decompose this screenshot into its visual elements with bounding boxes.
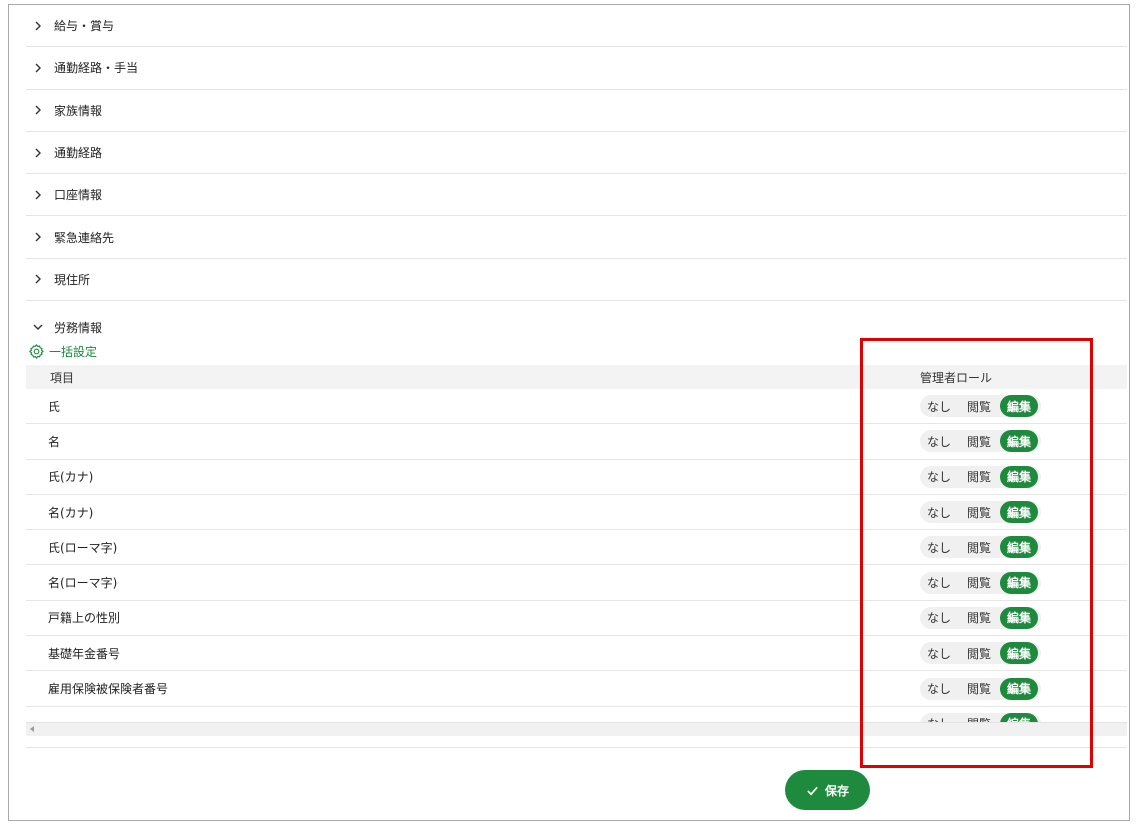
table-row: 基礎年金番号 なし 閲覧 編集 [26,636,1127,672]
row-item-label: 名(カナ) [48,505,94,520]
section-salary-bonus[interactable]: 給与・賞与 [26,5,1127,48]
section-label: 現住所 [54,272,91,287]
header-item: 項目 [50,370,75,385]
table-row: 氏 なし 閲覧 編集 [26,389,1127,425]
row-item-label: 氏(カナ) [48,470,94,485]
table-header: 項目 管理者ロール [26,365,1127,389]
role-option-view[interactable]: 閲覧 [958,501,1000,523]
role-option-view[interactable]: 閲覧 [958,607,1000,629]
role-toggle: なし 閲覧 編集 [920,430,1041,453]
save-button-label: 保存 [824,783,849,798]
chevron-right-icon [32,273,44,285]
table-row: 氏(ローマ字) なし 閲覧 編集 [26,530,1127,566]
role-option-none[interactable]: なし [920,501,958,523]
role-option-none[interactable]: なし [920,713,958,722]
role-option-view[interactable]: 閲覧 [958,678,1000,700]
role-toggle: なし 閲覧 編集 [920,465,1041,488]
horizontal-scrollbar[interactable] [26,722,1127,736]
row-item-label: 氏 [48,399,61,414]
gear-icon [29,343,44,359]
role-option-edit[interactable]: 編集 [1000,430,1038,453]
role-toggle: なし 閲覧 編集 [920,606,1041,629]
row-item-label: 雇用保険被保険者番号 [48,682,169,697]
table-row: 氏(カナ) なし 閲覧 編集 [26,460,1127,495]
section-emergency-contact[interactable]: 緊急連絡先 [26,216,1127,259]
table-row: 戸籍上の性別 なし 閲覧 編集 [26,601,1127,637]
role-option-edit[interactable]: 編集 [1000,677,1038,700]
section-current-address[interactable]: 現住所 [26,259,1127,302]
role-option-view[interactable]: 閲覧 [958,466,1000,488]
role-option-none[interactable]: なし [920,607,958,629]
table-row: 雇用保険被保険者番号 なし 閲覧 編集 [26,671,1127,707]
row-item-label: 氏(ローマ字) [48,540,118,555]
role-option-none[interactable]: なし [920,430,958,452]
role-option-view[interactable]: 閲覧 [958,572,1000,594]
role-option-view[interactable]: 閲覧 [958,430,1000,452]
bulk-setting-label: 一括設定 [49,344,98,359]
section-family[interactable]: 家族情報 [26,90,1127,132]
role-option-edit[interactable]: 編集 [1000,536,1038,559]
scroll-left-icon[interactable] [30,726,34,732]
section-label: 口座情報 [54,188,103,203]
section-label: 緊急連絡先 [54,230,115,245]
chevron-right-icon [32,189,44,201]
chevron-right-icon [32,147,44,159]
role-option-none[interactable]: なし [920,466,958,488]
row-item-label: 戸籍上の性別 [48,611,121,626]
check-icon [807,786,818,795]
row-item-label: 基礎年金番号 [48,646,121,661]
role-option-edit[interactable]: 編集 [1000,501,1038,524]
permission-table: 項目 管理者ロール 氏 なし 閲覧 編集 名 なし 閲覧 編集 氏(カナ) なし… [26,365,1127,722]
role-toggle: なし 閲覧 編集 [920,571,1041,594]
section-label: 労務情報 [54,320,103,335]
role-option-edit[interactable]: 編集 [1000,465,1038,488]
role-option-none[interactable]: なし [920,395,958,417]
table-row: なし 閲覧 編集 [26,707,1127,722]
bulk-setting-link[interactable]: 一括設定 [28,341,97,361]
save-button[interactable]: 保存 [785,770,870,810]
chevron-down-icon [32,321,44,333]
row-item-label: 名(ローマ字) [48,576,118,591]
role-toggle: なし 閲覧 編集 [920,395,1041,418]
section-labor-info[interactable]: 労務情報 [26,317,102,337]
section-label: 給与・賞与 [54,19,115,34]
role-option-edit[interactable]: 編集 [1000,606,1038,629]
role-option-none[interactable]: なし [920,572,958,594]
role-option-none[interactable]: なし [920,642,958,664]
header-admin-role: 管理者ロール [920,370,993,385]
section-commute-allowance[interactable]: 通勤経路・手当 [26,47,1127,90]
section-label: 通勤経路 [54,146,103,161]
role-toggle: なし 閲覧 編集 [920,642,1041,665]
role-option-edit[interactable]: 編集 [1000,395,1038,418]
role-option-edit[interactable]: 編集 [1000,712,1038,722]
role-option-none[interactable]: なし [920,536,958,558]
role-option-edit[interactable]: 編集 [1000,642,1038,665]
role-option-view[interactable]: 閲覧 [958,642,1000,664]
role-toggle: なし 閲覧 編集 [920,501,1041,524]
role-option-view[interactable]: 閲覧 [958,395,1000,417]
section-list: 給与・賞与 通勤経路・手当 家族情報 通勤経路 口座情報 緊急連絡先 現住所 [26,5,1127,302]
chevron-right-icon [32,20,44,32]
section-label: 通勤経路・手当 [54,61,139,76]
row-item-label: 名 [48,434,61,449]
role-toggle: なし 閲覧 編集 [920,677,1041,700]
table-row: 名 なし 閲覧 編集 [26,424,1127,460]
settings-panel: 給与・賞与 通勤経路・手当 家族情報 通勤経路 口座情報 緊急連絡先 現住所 労… [8,4,1130,821]
role-toggle: なし 閲覧 編集 [920,712,1041,722]
role-toggle: なし 閲覧 編集 [920,536,1041,559]
role-option-edit[interactable]: 編集 [1000,571,1038,594]
chevron-right-icon [32,62,44,74]
section-label: 家族情報 [54,103,103,118]
chevron-right-icon [32,231,44,243]
chevron-right-icon [32,104,44,116]
table-row: 名(カナ) なし 閲覧 編集 [26,495,1127,531]
section-commute-route[interactable]: 通勤経路 [26,132,1127,175]
role-option-view[interactable]: 閲覧 [958,713,1000,722]
role-option-none[interactable]: なし [920,678,958,700]
divider [26,747,1127,748]
table-row: 名(ローマ字) なし 閲覧 編集 [26,565,1127,601]
role-option-view[interactable]: 閲覧 [958,536,1000,558]
section-bank-account[interactable]: 口座情報 [26,174,1127,217]
